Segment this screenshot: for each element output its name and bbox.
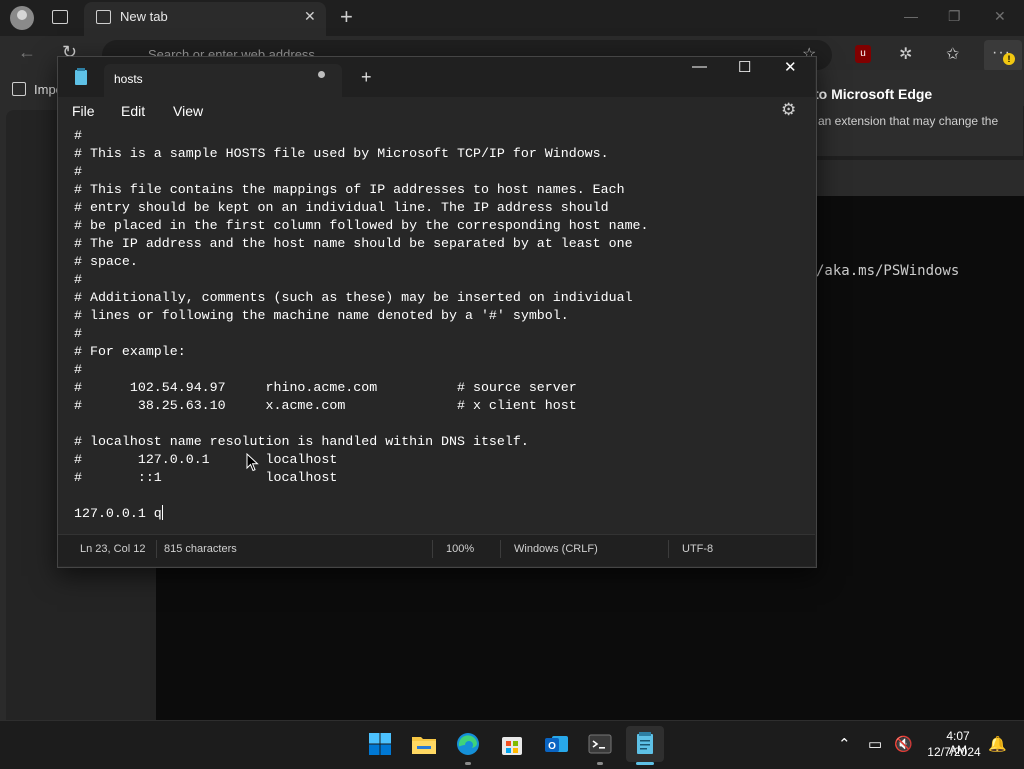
notepad-menubar <box>58 97 815 127</box>
minimize-icon[interactable]: — <box>692 58 707 75</box>
browser-restore-icon[interactable]: ❐ <box>948 8 961 25</box>
new-tab-button[interactable]: + <box>340 4 353 30</box>
show-hidden-icons-icon[interactable]: ⌃ <box>838 735 851 753</box>
notifications-bell-icon[interactable]: 🔔 <box>988 735 1007 753</box>
notepad-new-tab-button[interactable]: + <box>361 67 372 88</box>
menu-file[interactable]: File <box>72 103 95 119</box>
edge-icon[interactable] <box>452 728 484 760</box>
new-tab-page-icon <box>96 10 111 24</box>
status-divider <box>668 540 669 558</box>
status-divider <box>156 540 157 558</box>
svg-text:O: O <box>548 741 556 752</box>
edge-running-indicator <box>465 762 471 765</box>
text-caret <box>161 505 163 520</box>
close-tab-icon[interactable]: ✕ <box>304 8 316 25</box>
file-explorer-icon[interactable] <box>408 728 440 760</box>
store-icon[interactable] <box>496 728 528 760</box>
status-line-ending[interactable]: Windows (CRLF) <box>514 543 598 555</box>
windows-start-icon[interactable] <box>364 728 396 760</box>
profile-avatar-icon[interactable] <box>10 6 34 30</box>
status-encoding[interactable]: UTF-8 <box>682 543 713 555</box>
outlook-icon[interactable]: O <box>540 728 572 760</box>
import-favorites-icon <box>12 82 26 96</box>
notepad-tab-title: hosts <box>114 72 143 86</box>
browser-minimize-icon[interactable]: — <box>904 8 918 24</box>
unsaved-dot-icon[interactable] <box>318 71 325 78</box>
maximize-icon[interactable]: ☐ <box>738 58 751 76</box>
favorites-list-icon[interactable]: ✩ <box>946 44 959 64</box>
clock-date[interactable]: 12/7/2024 <box>924 745 984 759</box>
terminal-icon[interactable] <box>584 728 616 760</box>
notepad-app-icon <box>75 68 87 85</box>
volume-muted-icon[interactable]: 🔇 <box>894 735 913 753</box>
extensions-icon[interactable]: ✲ <box>899 44 912 64</box>
close-icon[interactable]: ✕ <box>784 58 797 76</box>
tab-actions-icon[interactable] <box>52 10 68 24</box>
popup-title: to Microsoft Edge <box>814 86 933 102</box>
notepad-active-indicator <box>636 762 654 765</box>
browser-tab-title: New tab <box>120 9 168 24</box>
status-character-count: 815 characters <box>164 543 237 555</box>
status-divider <box>432 540 433 558</box>
menu-edit[interactable]: Edit <box>121 103 145 119</box>
status-cursor-position: Ln 23, Col 12 <box>80 543 146 555</box>
terminal-output: /aka.ms/PSWindows <box>816 263 960 279</box>
notepad-taskbar-button[interactable] <box>626 726 664 762</box>
network-icon[interactable]: ▭ <box>868 735 882 753</box>
menu-view[interactable]: View <box>173 103 203 119</box>
edge-notification-popup[interactable] <box>800 70 1023 156</box>
popup-body: an extension that may change the <box>818 114 999 128</box>
browser-close-icon[interactable]: ✕ <box>994 8 1006 25</box>
settings-gear-icon[interactable]: ⚙ <box>781 100 796 120</box>
notepad-text-content[interactable]: # # This is a sample HOSTS file used by … <box>74 127 649 523</box>
status-divider <box>500 540 501 558</box>
status-zoom[interactable]: 100% <box>446 543 474 555</box>
terminal-titlebar <box>800 160 1024 196</box>
back-arrow-icon[interactable]: ← <box>18 42 36 63</box>
ublock-extension-icon[interactable]: u <box>855 45 871 63</box>
terminal-running-indicator <box>597 762 603 765</box>
warning-badge-icon: ! <box>1003 53 1015 65</box>
